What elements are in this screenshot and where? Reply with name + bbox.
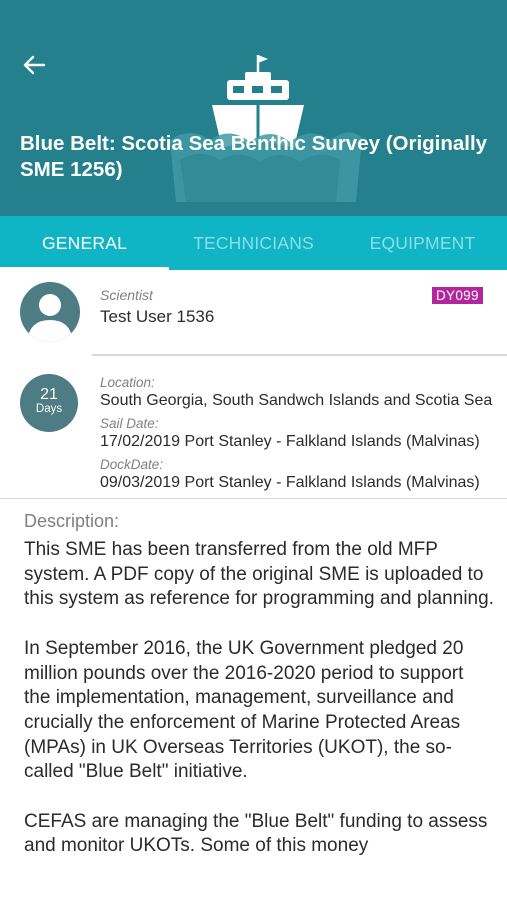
duration-unit: Days <box>35 403 63 415</box>
sail-date-label: Sail Date: <box>100 416 159 431</box>
page-title: Blue Belt: Scotia Sea Benthic Survey (Or… <box>20 132 488 181</box>
description-section: Description: This SME has been transferr… <box>24 509 494 884</box>
app-header: Blue Belt: Scotia Sea Benthic Survey (Or… <box>0 0 507 216</box>
description-label: Description: <box>24 511 120 531</box>
dock-date-field: DockDate: 09/03/2019 Port Stanley - Falk… <box>100 457 480 492</box>
divider <box>0 498 507 499</box>
scientist-label: Scientist <box>100 287 153 303</box>
description-paragraph: In September 2016, the UK Government ple… <box>24 637 464 783</box>
duration-number: 21 <box>40 386 58 403</box>
scientist-row: Scientist Test User 1536 DY099 <box>0 270 507 356</box>
location-label: Location: <box>100 375 155 390</box>
back-arrow-icon <box>23 55 46 75</box>
dock-date-label: DockDate: <box>100 457 164 472</box>
description-paragraph: CEFAS are managing the "Blue Belt" fundi… <box>24 810 488 857</box>
cruise-badge: DY099 <box>432 287 483 304</box>
avatar <box>20 282 80 342</box>
user-silhouette-icon <box>27 294 73 342</box>
dock-date-value: 09/03/2019 Port Stanley - Falkland Islan… <box>100 474 480 491</box>
duration-badge: 21 Days <box>20 374 78 432</box>
voyage-details: 21 Days Location: South Georgia, South S… <box>0 356 507 498</box>
tab-technicians[interactable]: TECHNICIANS <box>169 216 338 270</box>
tab-bar: GENERAL TECHNICIANS EQUIPMENT <box>0 216 507 270</box>
back-button[interactable] <box>20 50 50 80</box>
tab-general[interactable]: GENERAL <box>0 216 169 270</box>
location-value: South Georgia, South Sandwch Islands and… <box>100 392 493 409</box>
sail-date-field: Sail Date: 17/02/2019 Port Stanley - Fal… <box>100 416 480 451</box>
tab-equipment[interactable]: EQUIPMENT <box>338 216 507 270</box>
scientist-name: Test User 1536 <box>100 307 215 326</box>
sail-date-value: 17/02/2019 Port Stanley - Falkland Islan… <box>100 433 480 450</box>
description-paragraph: This SME has been transferred from the o… <box>24 539 494 610</box>
location-field: Location: South Georgia, South Sandwch I… <box>100 375 492 410</box>
